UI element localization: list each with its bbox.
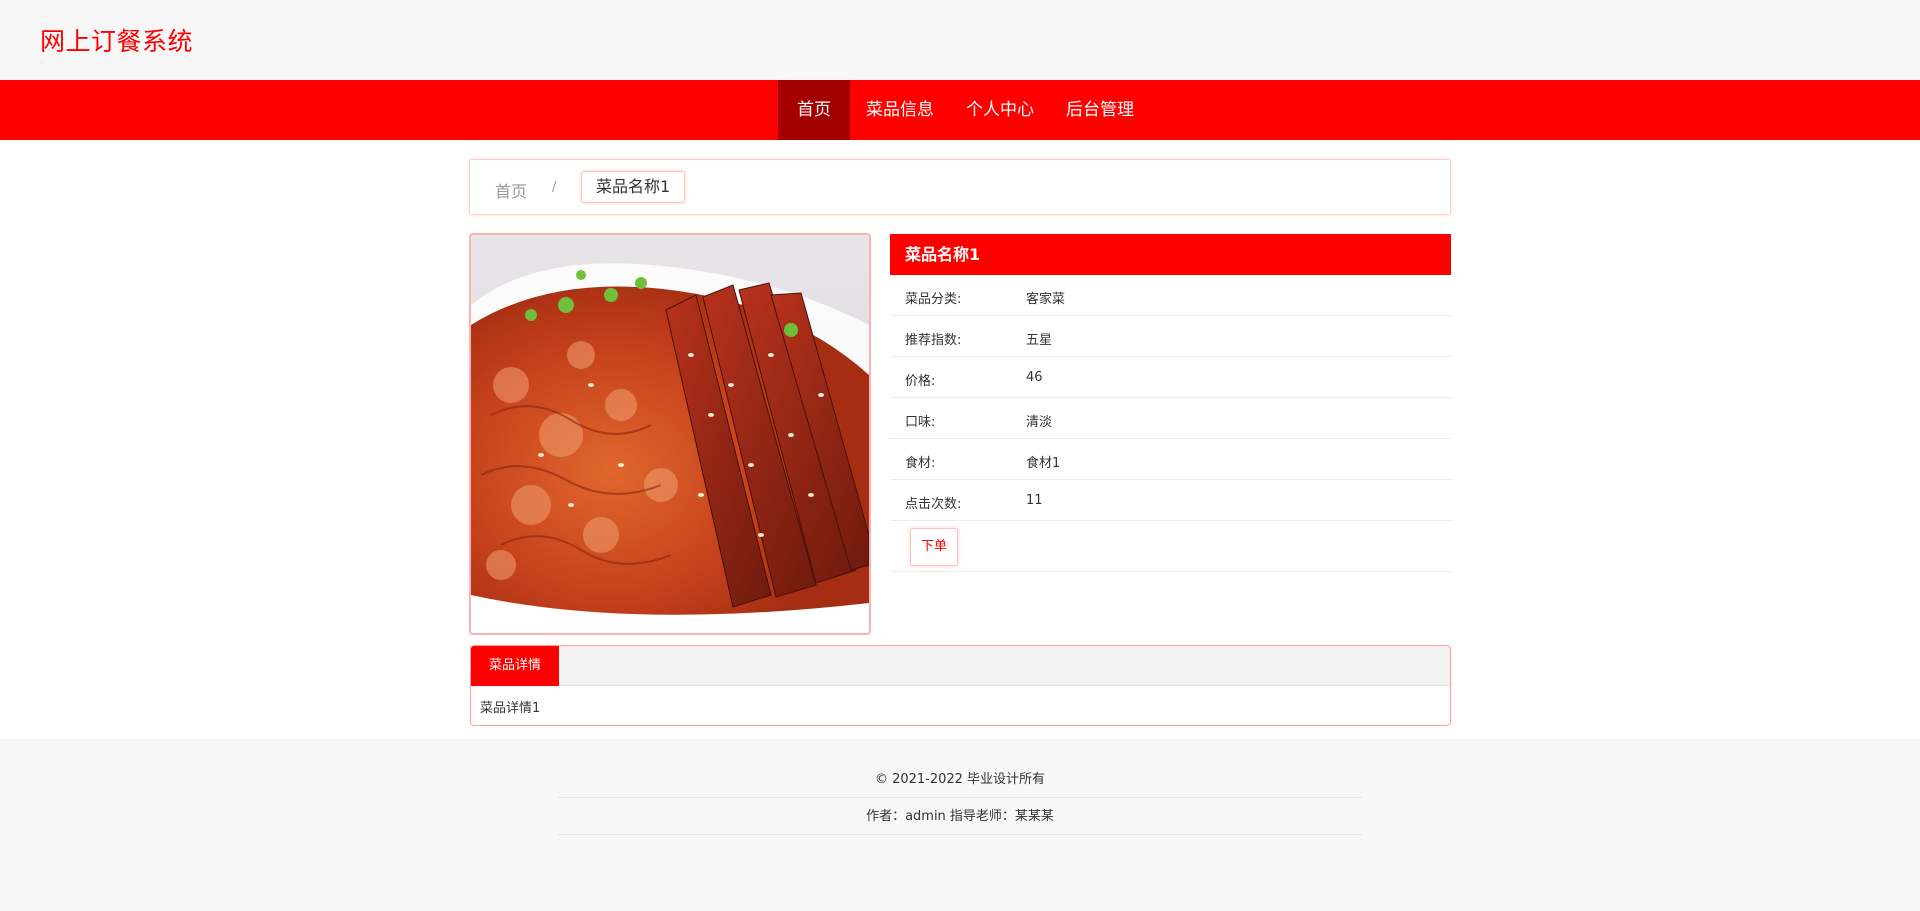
info-value: 11 [1026, 493, 1043, 508]
info-row-ingredients: 食材: 食材1 [890, 439, 1451, 480]
nav-item-dishes[interactable]: 菜品信息 [850, 80, 950, 140]
breadcrumb: 首页 / 菜品名称1 [469, 159, 1451, 215]
info-value: 清淡 [1026, 415, 1053, 430]
order-button[interactable]: 下单 [910, 528, 958, 566]
dish-photo [471, 235, 869, 633]
order-row: 下单 [890, 521, 1451, 572]
breadcrumb-current: 菜品名称1 [581, 171, 686, 203]
nav-item-home[interactable]: 首页 [778, 80, 850, 140]
info-value: 五星 [1026, 333, 1053, 348]
nav-item-admin[interactable]: 后台管理 [1050, 80, 1150, 140]
breadcrumb-home-link[interactable]: 首页 [495, 178, 527, 202]
info-row-rating: 推荐指数: 五星 [890, 316, 1451, 357]
dish-name-header: 菜品名称1 [890, 234, 1451, 275]
info-row-category: 菜品分类: 客家菜 [890, 275, 1451, 316]
dish-detail-panel: 菜品详情 菜品详情1 [470, 645, 1451, 726]
footer: © 2021-2022 毕业设计所有 作者：admin 指导老师：某某某 [0, 739, 1920, 911]
footer-credits: 作者：admin 指导老师：某某某 [558, 799, 1362, 835]
tab-dish-detail[interactable]: 菜品详情 [471, 646, 560, 686]
info-value: 46 [1026, 370, 1043, 385]
dish-image [469, 233, 871, 635]
info-label: 菜品分类: [905, 292, 962, 307]
info-label: 口味: [905, 415, 936, 430]
footer-copyright: © 2021-2022 毕业设计所有 [558, 762, 1362, 798]
nav-items: 首页 菜品信息 个人中心 后台管理 [778, 80, 1150, 140]
top-header: 网上订餐系统 [0, 0, 1920, 80]
detail-content: 菜品详情1 [480, 701, 541, 716]
info-label: 推荐指数: [905, 333, 962, 348]
info-row-taste: 口味: 清淡 [890, 398, 1451, 439]
dish-info-panel: 菜品名称1 菜品分类: 客家菜 推荐指数: 五星 价格: 46 口味: 清淡 食… [890, 234, 1451, 572]
info-value: 食材1 [1026, 456, 1061, 471]
detail-tabs: 菜品详情 [471, 646, 1450, 686]
info-value: 客家菜 [1026, 292, 1066, 307]
info-label: 价格: [905, 374, 936, 389]
info-row-price: 价格: 46 [890, 357, 1451, 398]
info-row-clicks: 点击次数: 11 [890, 480, 1451, 521]
info-label: 点击次数: [905, 497, 962, 512]
site-title[interactable]: 网上订餐系统 [40, 22, 193, 58]
info-label: 食材: [905, 456, 936, 471]
main-nav: 首页 菜品信息 个人中心 后台管理 [0, 80, 1920, 140]
breadcrumb-separator: / [552, 180, 557, 195]
nav-item-profile[interactable]: 个人中心 [950, 80, 1050, 140]
